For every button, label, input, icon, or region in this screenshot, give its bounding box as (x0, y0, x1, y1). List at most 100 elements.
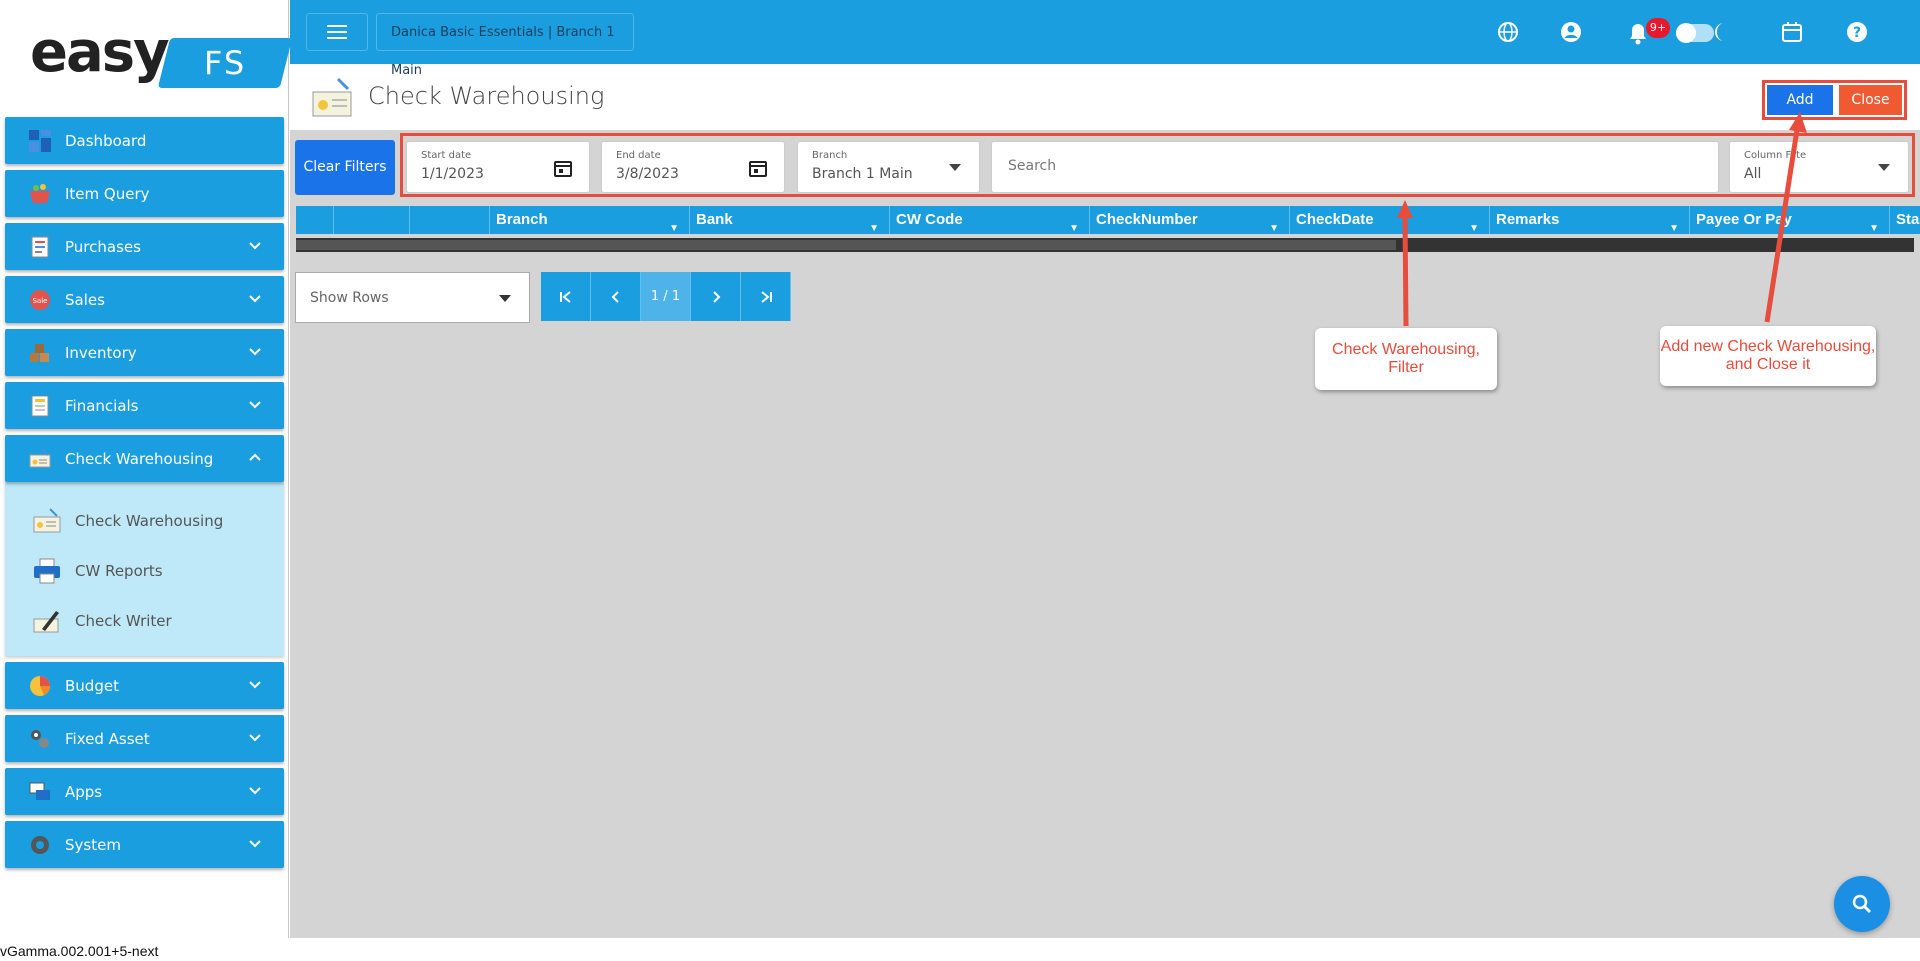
purchase-order-icon (27, 235, 53, 259)
search-icon (1852, 894, 1872, 914)
filter-icon[interactable]: ▼ (1269, 215, 1279, 234)
submenu-item-cw-reports[interactable]: CW Reports (5, 546, 284, 596)
chevron-down-icon (249, 242, 261, 250)
end-date-label: End date (616, 150, 661, 161)
filter-icon[interactable]: ▼ (1669, 215, 1679, 234)
grid-column-remarks[interactable]: Remarks ▼ (1490, 206, 1690, 234)
sidebar-item-label: Fixed Asset (65, 729, 150, 748)
close-button[interactable]: Close (1839, 85, 1902, 115)
company-branch-selector[interactable]: Danica Basic Essentials | Branch 1 Main (376, 13, 634, 78)
chevron-down-icon (249, 295, 261, 303)
asset-icon (27, 727, 53, 751)
user-account-icon[interactable] (1559, 20, 1583, 44)
last-page-button[interactable] (741, 272, 791, 321)
column-title: CheckNumber (1096, 211, 1198, 228)
submenu-item-check-writer[interactable]: Check Writer (5, 596, 284, 646)
check-icon (27, 447, 53, 471)
sidebar-item-system[interactable]: System (5, 821, 284, 868)
calendar-icon[interactable] (748, 158, 768, 178)
sidebar-item-label: Apps (65, 782, 103, 801)
chevron-right-icon (712, 290, 720, 303)
filter-icon[interactable]: ▼ (1469, 215, 1479, 234)
grid-horizontal-scrollbar[interactable] (296, 238, 1914, 252)
sidebar-item-sales[interactable]: Sale Sales (5, 276, 284, 323)
sidebar-item-label: Inventory (65, 343, 137, 362)
show-rows-placeholder: Show Rows (310, 290, 389, 306)
branch-label: Branch (812, 150, 848, 161)
calendar-icon[interactable] (1780, 20, 1804, 44)
grid-column-bank[interactable]: Bank ▼ (690, 206, 890, 234)
sidebar: easy FS Dashboard Item Query Purchases S… (0, 0, 293, 938)
inventory-boxes-icon (27, 341, 53, 365)
basket-icon (27, 182, 53, 206)
branch-select[interactable]: Branch Branch 1 Main (797, 141, 980, 193)
gear-icon (27, 833, 53, 857)
grid-column-cw-code[interactable]: CW Code ▼ (890, 206, 1090, 234)
page-title: Check Warehousing (368, 82, 605, 110)
sidebar-item-fixed-asset[interactable]: Fixed Asset (5, 715, 284, 762)
grid-column-branch[interactable]: Branch ▼ (490, 206, 690, 234)
logo-badge: FS (157, 38, 293, 88)
calendar-icon[interactable] (553, 158, 573, 178)
grid-header: Branch ▼ Bank ▼ CW Code ▼ CheckNumber ▼ Chec… (296, 206, 1920, 234)
globe-icon[interactable] (1496, 20, 1520, 44)
check-icon (31, 506, 63, 536)
caret-down-icon (949, 164, 961, 171)
app-logo[interactable]: easy FS (30, 20, 293, 88)
sidebar-item-dashboard[interactable]: Dashboard (5, 117, 284, 164)
notification-badge: 9+ (1646, 18, 1670, 38)
top-bar: Danica Basic Essentials | Branch 1 Main … (290, 0, 1920, 78)
filter-icon[interactable]: ▼ (869, 215, 879, 234)
chevron-down-icon (249, 348, 261, 356)
check-writer-icon (31, 606, 63, 636)
submenu-item-check-warehousing[interactable]: Check Warehousing (5, 496, 284, 546)
sidebar-item-label: Purchases (65, 237, 141, 256)
hamburger-icon (327, 25, 347, 39)
sidebar-nav: Dashboard Item Query Purchases Sale Sale… (5, 117, 284, 874)
show-rows-select[interactable]: Show Rows (295, 272, 530, 323)
sidebar-item-label: Dashboard (65, 131, 147, 150)
filter-icon[interactable]: ▼ (1869, 215, 1879, 234)
filter-icon[interactable]: ▼ (1069, 215, 1079, 234)
grid-column-status[interactable]: Sta (1890, 206, 1920, 234)
sidebar-item-item-query[interactable]: Item Query (5, 170, 284, 217)
menu-toggle-button[interactable] (306, 13, 368, 51)
first-page-button[interactable] (541, 272, 591, 321)
filter-icon[interactable]: ▼ (669, 215, 679, 234)
ledger-icon (27, 394, 53, 418)
chevron-down-icon (249, 840, 261, 848)
start-date-field[interactable]: Start date 1/1/2023 (406, 141, 590, 193)
grid-column-check-number[interactable]: CheckNumber ▼ (1090, 206, 1290, 234)
sidebar-item-purchases[interactable]: Purchases (5, 223, 284, 270)
chevron-down-icon (249, 681, 261, 689)
grid-column-check-date[interactable]: CheckDate ▼ (1290, 206, 1490, 234)
column-title: Bank (696, 211, 733, 228)
logo-text: easy (30, 20, 170, 85)
sidebar-item-apps[interactable]: Apps (5, 768, 284, 815)
grid-column-select[interactable] (296, 206, 334, 234)
moon-icon (1714, 23, 1724, 41)
clear-filters-button[interactable]: Clear Filters (295, 140, 395, 195)
help-icon[interactable]: ? (1845, 20, 1869, 44)
apps-icon (27, 780, 53, 804)
sidebar-item-budget[interactable]: Budget (5, 662, 284, 709)
floating-search-button[interactable] (1834, 876, 1890, 932)
end-date-value: 3/8/2023 (616, 166, 679, 182)
end-date-field[interactable]: End date 3/8/2023 (601, 141, 785, 193)
sidebar-item-inventory[interactable]: Inventory (5, 329, 284, 376)
sidebar-item-label: Check Warehousing (65, 449, 214, 468)
dark-mode-toggle[interactable] (1676, 23, 1714, 43)
first-page-icon (559, 290, 571, 303)
check-warehousing-submenu: Check Warehousing CW Reports Check Write… (5, 482, 284, 656)
chevron-up-icon (249, 453, 261, 461)
start-date-label: Start date (421, 150, 472, 161)
svg-text:Sale: Sale (33, 297, 48, 305)
sidebar-item-check-warehousing[interactable]: Check Warehousing (5, 435, 284, 482)
next-page-button[interactable] (691, 272, 741, 321)
search-input[interactable]: Search (991, 141, 1719, 193)
submenu-item-label: Check Writer (75, 612, 172, 630)
column-title: Branch (496, 211, 548, 228)
previous-page-button[interactable] (591, 272, 641, 321)
pie-chart-icon (27, 674, 53, 698)
sidebar-item-financials[interactable]: Financials (5, 382, 284, 429)
